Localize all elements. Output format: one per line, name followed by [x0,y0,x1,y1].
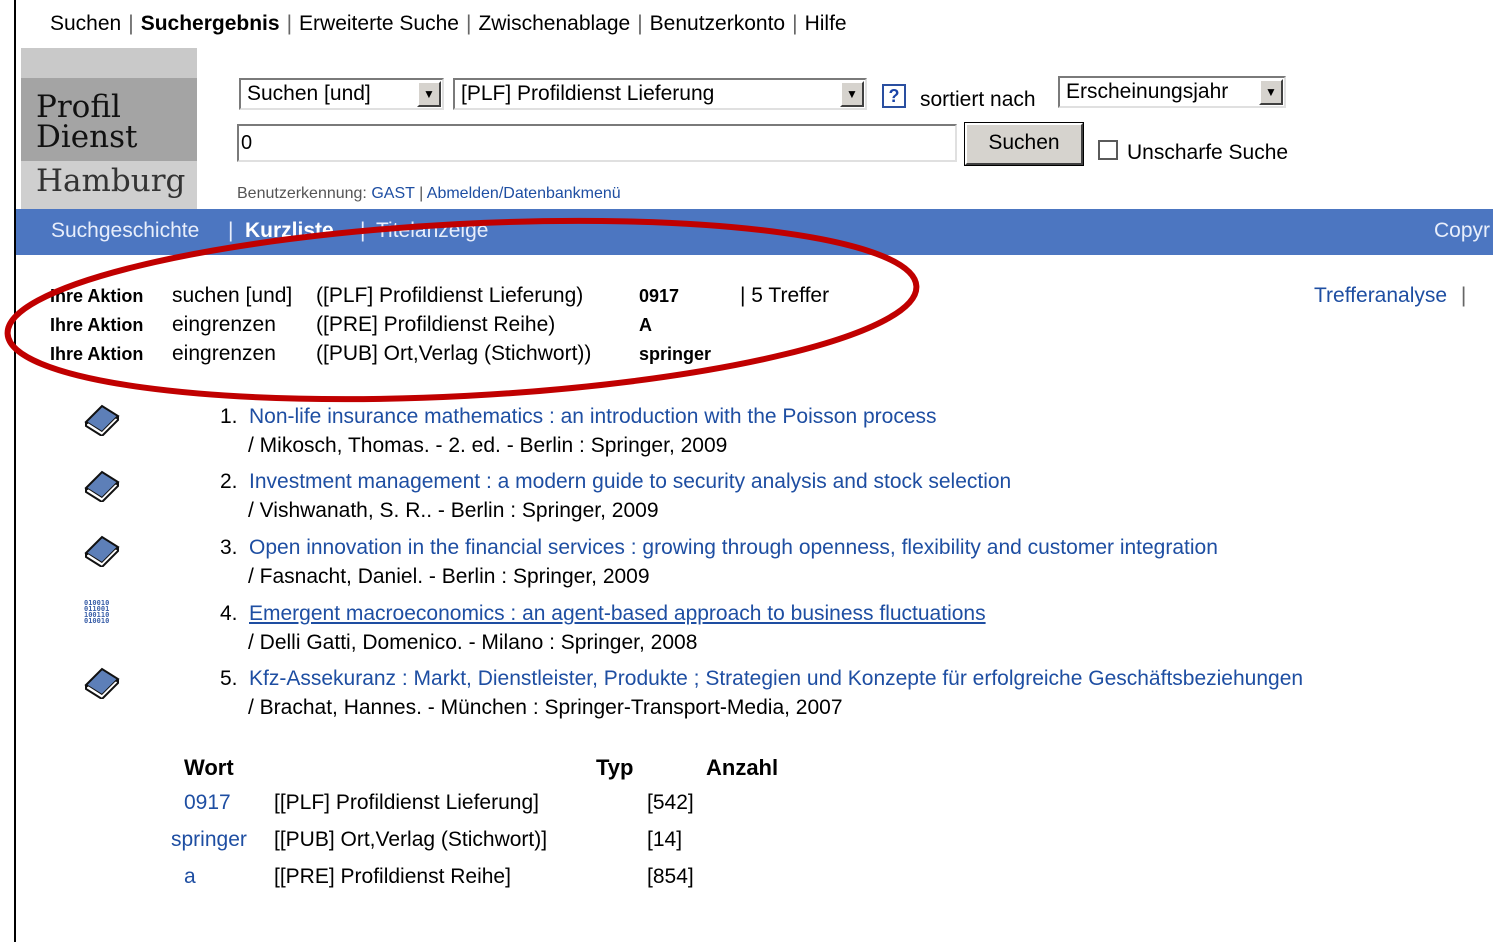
result-number: 3. [220,536,238,559]
word-link[interactable]: 0917 [184,791,231,815]
logout-link[interactable]: Abmelden/Datenbankmenü [427,185,621,202]
search-button[interactable]: Suchen [964,122,1084,166]
result-title-link[interactable]: Open innovation in the financial service… [249,536,1218,560]
menu-hilfe[interactable]: Hilfe [805,12,847,36]
menu-suchergebnis[interactable]: Suchergebnis [141,12,280,36]
menu-separator: | [128,12,134,35]
word-count: [14] [647,828,683,851]
index-value: [PLF] Profildienst Lieferung [461,82,715,105]
result-number: 4. [220,602,238,625]
logo-profil: Profil [36,89,121,125]
result-number: 1. [220,405,238,428]
menu-zwischenablage[interactable]: Zwischenablage [478,12,630,36]
book-icon [82,402,122,441]
index-select[interactable]: [PLF] Profildienst Lieferung ▼ [453,78,867,110]
user-label: Benutzerkennung: [237,185,367,202]
operator-select[interactable]: Suchen [und] ▼ [239,78,444,110]
word-link[interactable]: a [184,865,196,889]
col-header-typ: Typ [596,755,634,780]
menu-separator: | [792,12,798,35]
word-link[interactable]: springer [171,828,247,852]
trefferanalyse-link[interactable]: Trefferanalyse [1314,284,1447,307]
digital-icon: 010010 011001 100110 010010 [84,599,110,625]
chevron-down-icon[interactable]: ▼ [840,81,864,107]
operator-value: Suchen [und] [247,82,371,105]
logo-dienst: Dienst [36,119,138,155]
col-header-anzahl: Anzahl [706,755,779,780]
logo-band-top [21,48,197,78]
book-icon [82,533,122,572]
chevron-down-icon[interactable]: ▼ [417,81,441,107]
user-name-link[interactable]: GAST [371,185,414,202]
user-separator: | [419,185,424,202]
menu-suchen[interactable]: Suchen [50,12,121,36]
result-number: 2. [220,470,238,493]
book-icon [82,665,122,704]
word-type: [[PRE] Profildienst Reihe] [274,865,511,888]
result-details: / Delli Gatti, Domenico. - Milano : Spri… [248,631,698,654]
top-menu: Suchen | Suchergebnis | Erweiterte Suche | Zwi… [50,12,847,36]
copyright-link[interactable]: Copyr [1434,219,1490,243]
result-details: / Brachat, Hannes. - München : Springer-… [248,696,843,719]
chevron-down-icon[interactable]: ▼ [1259,79,1283,105]
word-type: [[PLF] Profildienst Lieferung] [274,791,539,814]
sort-value: Erscheinungsjahr [1066,80,1229,103]
help-icon[interactable]: ? [882,84,906,108]
result-details: / Vishwanath, S. R.. - Berlin : Springer… [248,499,659,522]
menu-separator: | [637,12,643,35]
annotation-ellipse [4,217,920,403]
result-number: 5. [220,667,238,690]
result-details: / Mikosch, Thomas. - 2. ed. - Berlin : S… [248,434,728,457]
analysis-separator: | [1460,284,1467,307]
menu-separator: | [286,12,293,35]
book-icon [82,468,122,507]
word-count: [854] [647,865,694,888]
menu-benutzerkonto[interactable]: Benutzerkonto [650,12,785,36]
word-count: [542] [647,791,694,814]
sort-label: sortiert nach [920,88,1036,111]
col-header-wort: Wort [184,755,234,780]
result-title-link[interactable]: Non-life insurance mathematics : an intr… [249,405,937,429]
user-info: Benutzerkennung: GAST | Abmelden/Datenba… [237,185,621,203]
result-title-link[interactable]: Emergent macroeconomics : an agent-based… [249,602,986,626]
menu-erweiterte-suche[interactable]: Erweiterte Suche [299,12,459,36]
result-details: / Fasnacht, Daniel. - Berlin : Springer,… [248,565,650,588]
word-type: [[PUB] Ort,Verlag (Stichwort)] [274,828,548,851]
sort-select[interactable]: Erscheinungsjahr ▼ [1058,76,1286,108]
logo-hamburg: Hamburg [36,163,186,199]
result-title-link[interactable]: Investment management : a modern guide t… [249,470,1011,494]
menu-separator: | [465,12,472,35]
trefferanalyse-area: Trefferanalyse | [1314,284,1466,308]
fuzzy-checkbox[interactable] [1098,140,1118,160]
fuzzy-label: Unscharfe Suche [1127,141,1289,164]
result-title-link[interactable]: Kfz-Assekuranz : Markt, Dienstleister, P… [249,667,1303,691]
search-input[interactable]: 0 [237,124,957,162]
